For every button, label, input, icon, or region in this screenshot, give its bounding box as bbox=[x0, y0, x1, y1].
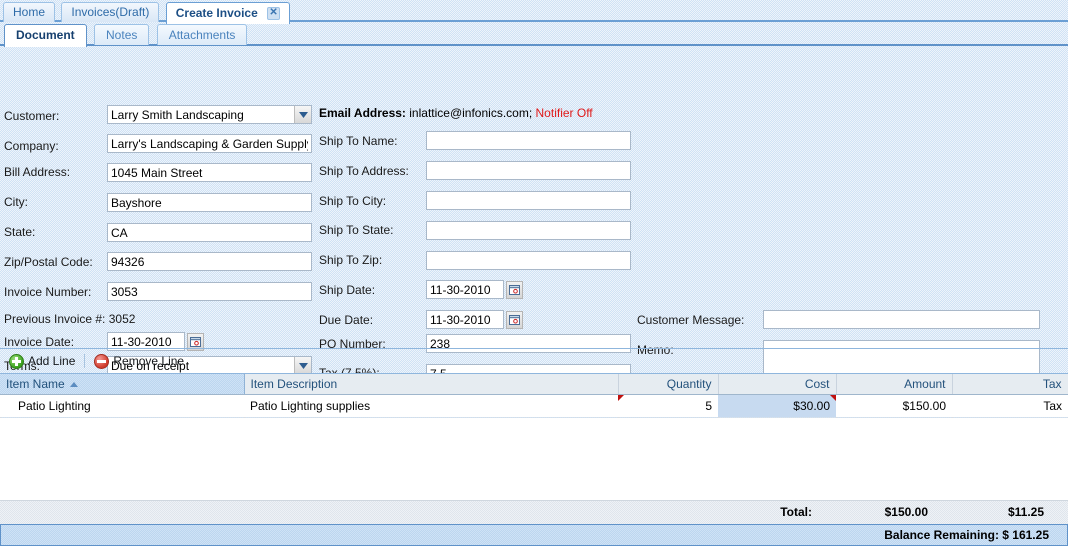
totals-row: Total: $150.00 $11.25 bbox=[0, 500, 1068, 524]
subtab-notes[interactable]: Notes bbox=[94, 24, 150, 45]
line-items-panel: Add Line Remove Line Item Name Item Desc… bbox=[0, 348, 1068, 546]
cell-item-name[interactable]: Patio Lighting bbox=[0, 394, 244, 418]
email-address-value: inlattice@infonics.com; bbox=[409, 106, 533, 120]
notifier-status[interactable]: Notifier Off bbox=[536, 106, 593, 120]
due-date-field[interactable] bbox=[426, 310, 504, 329]
ship-to-name-field[interactable] bbox=[426, 131, 631, 150]
tab-invoices-draft[interactable]: Invoices(Draft) bbox=[61, 2, 160, 22]
invoice-number-field[interactable] bbox=[107, 282, 312, 301]
invoice-date-label: Invoice Date: bbox=[4, 335, 75, 349]
ship-date-field[interactable] bbox=[426, 280, 504, 299]
line-items-toolbar: Add Line Remove Line bbox=[0, 349, 1068, 374]
column-header-quantity[interactable]: Quantity bbox=[618, 374, 719, 395]
invoice-form: Customer: Larry Smith Landscaping Compan… bbox=[0, 46, 1068, 386]
ship-date-label: Ship Date: bbox=[319, 283, 376, 297]
subtab-attachments-label: Attachments bbox=[168, 28, 236, 42]
ship-to-address-field[interactable] bbox=[426, 161, 631, 180]
sort-ascending-icon bbox=[69, 382, 78, 388]
subtab-attachments[interactable]: Attachments bbox=[156, 24, 248, 45]
bill-address-field[interactable] bbox=[107, 163, 312, 182]
bill-address-label: Bill Address: bbox=[4, 165, 71, 179]
subtab-notes-label: Notes bbox=[106, 28, 138, 42]
column-header-cost[interactable]: Cost bbox=[718, 374, 837, 395]
table-row[interactable]: Patio Lighting Patio Lighting supplies 5… bbox=[0, 394, 1068, 418]
tab-invoices-draft-label: Invoices(Draft) bbox=[71, 5, 150, 19]
tab-home[interactable]: Home bbox=[3, 2, 56, 22]
column-header-item-name[interactable]: Item Name bbox=[0, 374, 245, 395]
tab-create-invoice-label: Create Invoice bbox=[175, 6, 258, 20]
ship-to-name-label: Ship To Name: bbox=[319, 134, 398, 148]
email-address-label: Email Address: bbox=[319, 106, 406, 120]
customer-message-field[interactable] bbox=[763, 310, 1040, 329]
document-tab-strip: Document Notes Attachments bbox=[0, 22, 1068, 47]
cell-cost[interactable]: $30.00 bbox=[718, 394, 836, 418]
column-header-tax[interactable]: Tax bbox=[952, 374, 1068, 395]
column-header-tax-label: Tax bbox=[1042, 376, 1062, 391]
zip-field[interactable] bbox=[107, 252, 312, 271]
invoice-number-label: Invoice Number: bbox=[4, 285, 92, 299]
ship-to-city-field[interactable] bbox=[426, 191, 631, 210]
remove-line-label: Remove Line bbox=[113, 354, 185, 368]
close-icon[interactable]: ✕ bbox=[267, 7, 281, 21]
customer-select-value: Larry Smith Landscaping bbox=[111, 107, 244, 122]
column-header-amount[interactable]: Amount bbox=[836, 374, 953, 395]
chevron-down-icon[interactable] bbox=[294, 106, 311, 123]
remove-line-button[interactable]: Remove Line bbox=[94, 353, 185, 369]
add-line-button[interactable]: Add Line bbox=[9, 353, 76, 369]
subtab-document[interactable]: Document bbox=[4, 24, 87, 47]
customer-message-label: Customer Message: bbox=[637, 313, 745, 327]
city-label: City: bbox=[4, 195, 28, 209]
city-field[interactable] bbox=[107, 193, 312, 212]
state-field[interactable] bbox=[107, 223, 312, 242]
totals-tax: $11.25 bbox=[1007, 505, 1044, 519]
company-field[interactable] bbox=[107, 134, 312, 153]
cell-quantity[interactable]: 5 bbox=[618, 394, 718, 418]
table-empty-area bbox=[0, 417, 1068, 501]
due-date-label: Due Date: bbox=[319, 313, 374, 327]
tab-home-label: Home bbox=[13, 5, 46, 19]
ship-date-picker[interactable] bbox=[426, 280, 523, 299]
column-header-amount-label: Amount bbox=[904, 376, 946, 391]
ship-to-address-label: Ship To Address: bbox=[319, 164, 409, 178]
email-address-line: Email Address: inlattice@infonics.com; N… bbox=[319, 106, 593, 120]
totals-label: Total: bbox=[780, 505, 812, 519]
tab-create-invoice[interactable]: Create Invoice ✕ bbox=[165, 2, 291, 24]
ship-to-zip-label: Ship To Zip: bbox=[319, 253, 383, 267]
cell-tax[interactable]: Tax bbox=[952, 394, 1068, 418]
application-window: Home Invoices(Draft) Create Invoice ✕ Do… bbox=[0, 0, 1068, 546]
toolbar-divider bbox=[84, 354, 86, 368]
calendar-icon[interactable] bbox=[506, 310, 523, 329]
zip-label: Zip/Postal Code: bbox=[4, 255, 93, 269]
previous-invoice-text: Previous Invoice #: 3052 bbox=[4, 312, 136, 326]
column-header-cost-label: Cost bbox=[804, 376, 830, 391]
calendar-icon[interactable] bbox=[506, 280, 523, 299]
customer-label: Customer: bbox=[4, 109, 60, 123]
ship-to-city-label: Ship To City: bbox=[319, 194, 387, 208]
column-header-item-description-label: Item Description bbox=[250, 376, 338, 391]
cell-item-description[interactable]: Patio Lighting supplies bbox=[244, 394, 618, 418]
line-items-table: Item Name Item Description Quantity Cost… bbox=[0, 374, 1068, 418]
cell-amount[interactable]: $150.00 bbox=[836, 394, 952, 418]
table-header-row: Item Name Item Description Quantity Cost… bbox=[0, 374, 1068, 395]
column-header-quantity-label: Quantity bbox=[666, 376, 712, 391]
remove-icon bbox=[94, 353, 110, 369]
column-header-item-description[interactable]: Item Description bbox=[244, 374, 619, 395]
state-label: State: bbox=[4, 225, 36, 239]
due-date-picker[interactable] bbox=[426, 310, 523, 329]
add-icon bbox=[9, 353, 24, 369]
totals-amount: $150.00 bbox=[884, 505, 928, 519]
ship-to-zip-field[interactable] bbox=[426, 251, 631, 270]
customer-select[interactable]: Larry Smith Landscaping bbox=[107, 105, 312, 124]
ship-to-state-label: Ship To State: bbox=[319, 223, 394, 237]
subtab-document-label: Document bbox=[16, 28, 75, 42]
company-label: Company: bbox=[4, 139, 59, 153]
ship-to-state-field[interactable] bbox=[426, 221, 631, 240]
add-line-label: Add Line bbox=[28, 354, 76, 368]
window-tab-strip: Home Invoices(Draft) Create Invoice ✕ bbox=[0, 0, 1068, 24]
column-header-item-name-label: Item Name bbox=[6, 376, 65, 391]
